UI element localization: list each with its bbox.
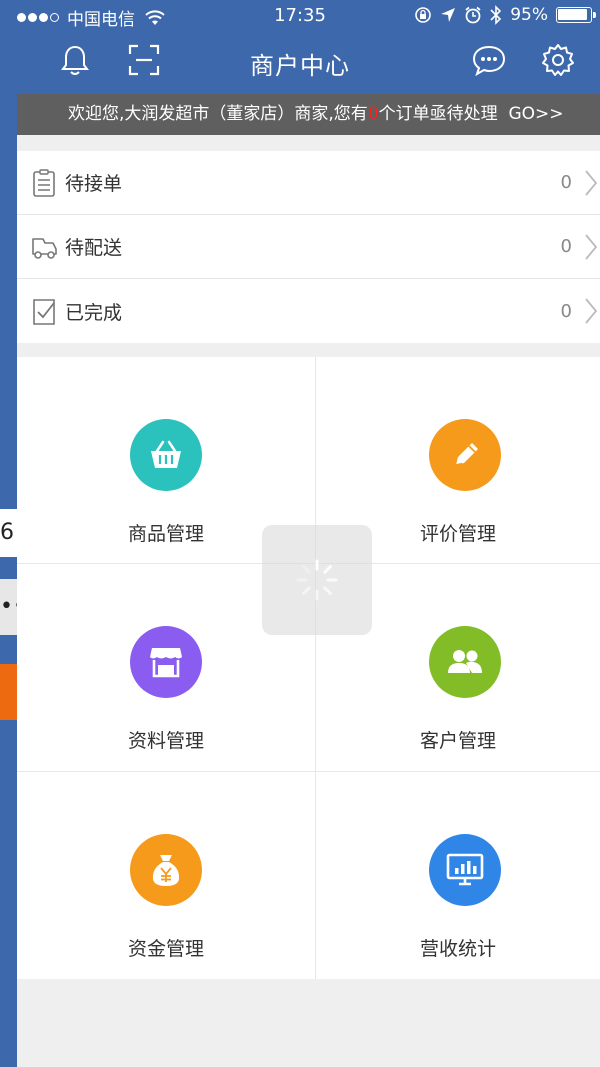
grid-item-label: 营收统计	[419, 938, 496, 960]
loading-spinner-icon	[296, 559, 338, 601]
grid-item-label: 资料管理	[127, 730, 204, 752]
grid-item-label: 资金管理	[127, 938, 204, 960]
users-icon	[429, 626, 501, 698]
status-bar: 中国电信 17:35 95%	[17, 0, 600, 32]
function-grid: 商品管理 评价管理 资料管理 客户管理 资金管理 营收统计	[17, 357, 600, 979]
notice-suffix: 个订单亟待处理	[378, 104, 498, 124]
battery-level-fill	[558, 9, 587, 20]
chevron-right-icon	[585, 234, 598, 260]
checked-doc-icon	[33, 299, 55, 325]
orientation-lock-icon	[415, 7, 432, 23]
message-icon[interactable]	[471, 42, 507, 78]
settings-gear-icon[interactable]	[540, 42, 576, 78]
background-fragment-orange	[0, 664, 17, 720]
store-icon	[130, 626, 202, 698]
grid-item-funds[interactable]: 资金管理	[17, 772, 316, 979]
battery-percent: 95%	[510, 5, 548, 25]
page-title: 商户中心	[250, 52, 350, 80]
grid-item-revenue[interactable]: 营收统计	[316, 772, 600, 979]
background-fragment-dots: ••	[0, 579, 17, 635]
order-row-pending-accept[interactable]: 待接单 0	[17, 151, 600, 215]
location-arrow-icon	[441, 8, 456, 22]
delivery-icon	[32, 238, 57, 259]
bluetooth-icon	[490, 5, 502, 25]
chevron-right-icon	[585, 170, 598, 196]
chevron-right-icon	[585, 298, 598, 324]
notice-go-link[interactable]: GO>>	[508, 104, 563, 124]
battery-icon	[556, 7, 596, 23]
money-bag-icon	[130, 834, 202, 906]
order-row-pending-delivery[interactable]: 待配送 0	[17, 215, 600, 279]
alarm-clock-icon	[465, 6, 481, 24]
order-notice-bar[interactable]: 欢迎您,大润发超市（董家店）商家,您有0个订单亟待处理 GO>>	[17, 94, 600, 135]
notice-order-count: 0	[367, 104, 379, 124]
clipboard-icon	[33, 169, 55, 197]
pencil-icon	[429, 419, 501, 491]
basket-icon	[130, 419, 202, 491]
grid-item-label: 客户管理	[419, 730, 496, 752]
order-status-list: 待接单 0 待配送 0 已完成 0	[17, 151, 600, 343]
order-row-count: 0	[560, 300, 572, 322]
monitor-chart-icon	[429, 834, 501, 906]
order-row-label: 待接单	[65, 173, 123, 195]
order-row-label: 已完成	[65, 301, 123, 324]
notice-prefix: 欢迎您,大润发超市（董家店）商家,您有	[68, 104, 368, 124]
loading-overlay	[262, 525, 372, 635]
order-row-label: 待配送	[65, 237, 123, 259]
merchant-center-screen: 商户中心 中国电信 17:35 95% 欢迎您,大润发超市（董家店）商家,您有0…	[17, 0, 600, 1067]
order-row-count: 0	[560, 236, 572, 257]
background-fragment-digit: 6	[0, 509, 17, 557]
order-row-count: 0	[560, 172, 572, 193]
order-row-completed[interactable]: 已完成 0	[17, 279, 600, 343]
